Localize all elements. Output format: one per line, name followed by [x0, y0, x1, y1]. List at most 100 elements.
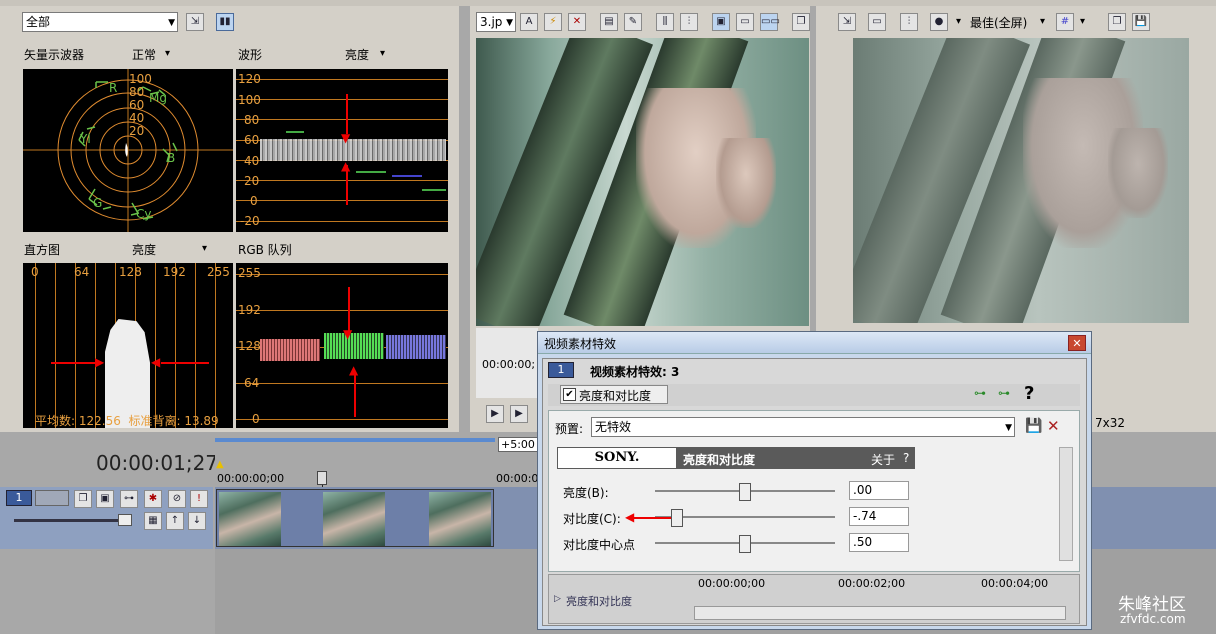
- copy-snapshot-button[interactable]: ▤: [600, 13, 618, 31]
- contrast-center-value-field[interactable]: .50: [849, 533, 909, 552]
- playhead-handle[interactable]: [317, 471, 327, 485]
- chevron-down-icon[interactable]: ▾: [165, 48, 170, 59]
- trimmer-file-value: 3.jp: [480, 15, 503, 29]
- arrow-down-icon[interactable]: ↓: [188, 512, 206, 530]
- copy-snapshot-icon[interactable]: ❐: [1108, 13, 1126, 31]
- clip-thumbnail: [219, 492, 281, 546]
- scope-filter-select[interactable]: 全部 ▼: [22, 12, 178, 32]
- preview-quality-select[interactable]: 最佳(全屏): [970, 14, 1027, 31]
- waveform-trace: [260, 139, 446, 161]
- contrast-value: -.74: [853, 509, 877, 523]
- help-icon[interactable]: ?: [1024, 383, 1034, 404]
- contrast-value-field[interactable]: -.74: [849, 507, 909, 526]
- effect-chain-label: 亮度和对比度: [579, 389, 652, 403]
- histogram-mode[interactable]: 亮度: [132, 241, 156, 258]
- contrast-center-slider-handle[interactable]: [739, 535, 751, 553]
- dual-display-icon[interactable]: ▭▭: [760, 13, 780, 31]
- track-fx-icon[interactable]: ✱: [144, 490, 162, 508]
- solo-icon[interactable]: !: [190, 490, 208, 508]
- monitor-icon[interactable]: ▣: [712, 13, 730, 31]
- effect-enabled-checkbox[interactable]: ✔: [563, 388, 576, 401]
- vector-target-r: R: [109, 81, 118, 95]
- chevron-down-icon[interactable]: ▾: [956, 16, 961, 27]
- track-motion-icon[interactable]: ▣: [96, 490, 114, 508]
- chevron-down-icon[interactable]: ▾: [1080, 16, 1085, 27]
- update-scopes-button[interactable]: ▮▮: [216, 13, 234, 31]
- chevron-down-icon[interactable]: ▾: [202, 243, 207, 254]
- brightness-slider-handle[interactable]: [739, 483, 751, 501]
- keyframe-scrollbar[interactable]: [694, 606, 1066, 620]
- overlay-button[interactable]: ⫶: [680, 13, 698, 31]
- video-fx-dialog[interactable]: 视频素材特效 ✕ 1 视频素材特效: 3 ✔ 亮度和对比度 ⊶ ⊶ ? 预置: …: [537, 331, 1092, 630]
- close-icon[interactable]: ✕: [1068, 335, 1086, 351]
- preset-select[interactable]: 无特效 ▼: [591, 417, 1015, 437]
- dialog-titlebar[interactable]: 视频素材特效 ✕: [538, 332, 1091, 354]
- track-name-field[interactable]: [35, 490, 69, 506]
- waveform-tick: 120: [238, 72, 261, 86]
- loop-length-label: +5:00: [498, 437, 538, 452]
- split-screen-button[interactable]: ⫼: [656, 13, 674, 31]
- effect-chain-item[interactable]: ✔ 亮度和对比度: [560, 385, 668, 404]
- monitor-icon[interactable]: ▭: [868, 13, 886, 31]
- media-fx-button[interactable]: ⚡: [544, 13, 562, 31]
- histogram-x-tick: 64: [74, 265, 90, 279]
- plugin-scrollbar[interactable]: [1059, 447, 1073, 561]
- track-level-slider[interactable]: [14, 519, 132, 522]
- save-snapshot-icon[interactable]: 💾: [1132, 13, 1150, 31]
- contrast-slider-handle[interactable]: [671, 509, 683, 527]
- loop-region-bar[interactable]: [215, 438, 495, 442]
- about-help-icon[interactable]: ?: [903, 451, 909, 465]
- chevron-down-icon: ▼: [1005, 423, 1012, 433]
- red-arrow-up: [354, 371, 356, 417]
- rgb-parade-display: 255 192 128 64 0 ▼ ▲: [236, 263, 448, 428]
- track-level-handle[interactable]: [118, 514, 132, 526]
- ruler-mark: 00:00:00;00: [217, 472, 285, 485]
- preview-properties-button[interactable]: ⇲: [838, 13, 856, 31]
- red-arrow-down: [346, 94, 348, 134]
- copy-icon[interactable]: ❐: [792, 13, 810, 31]
- vectorscope-mode[interactable]: 正常: [132, 46, 156, 63]
- dialog-title: 视频素材特效: [544, 337, 617, 351]
- keyframe-icon[interactable]: ⊶: [120, 490, 138, 508]
- plugin-panel: 预置: 无特效 ▼ 💾 ✕ SONY. 亮度和对比度 关于 ? 亮度(B): .0…: [548, 410, 1080, 572]
- media-properties-button[interactable]: A: [520, 13, 538, 31]
- waveform-tick: 0: [250, 194, 258, 208]
- composite-mode-icon[interactable]: ❐: [74, 490, 92, 508]
- waveform-mode[interactable]: 亮度: [345, 46, 369, 63]
- overlay-circle-icon[interactable]: ●: [930, 13, 948, 31]
- close-icon[interactable]: ✕: [568, 13, 586, 31]
- grid-icon[interactable]: #: [1056, 13, 1074, 31]
- rgb-parade-tick: 255: [238, 266, 261, 280]
- remove-plugin-icon[interactable]: ⊶: [998, 386, 1010, 400]
- chevron-down-icon: ▼: [506, 18, 513, 28]
- keyframe-expand-icon[interactable]: ▷: [554, 594, 561, 604]
- vectorscope-graph: [23, 69, 233, 232]
- save-preset-icon[interactable]: 💾: [1025, 418, 1042, 434]
- rgb-parade-tick: 192: [238, 303, 261, 317]
- chevron-down-icon[interactable]: ▾: [380, 48, 385, 59]
- delete-preset-icon[interactable]: ✕: [1047, 417, 1060, 435]
- dialog-header-title: 视频素材特效: 3: [590, 365, 680, 379]
- play-icon[interactable]: ▶: [486, 405, 504, 423]
- mute-icon[interactable]: ⊘: [168, 490, 186, 508]
- arrow-up-icon[interactable]: ↑: [166, 512, 184, 530]
- histogram-x-tick: 255: [207, 265, 230, 279]
- scope-settings-button[interactable]: ⇲: [186, 13, 204, 31]
- media-icon[interactable]: ▦: [144, 512, 162, 530]
- display-icon[interactable]: ▭: [736, 13, 754, 31]
- chevron-down-icon[interactable]: ▾: [1040, 16, 1045, 27]
- histogram-x-tick: 128: [119, 265, 142, 279]
- waveform-title: 波形: [238, 48, 263, 62]
- about-button[interactable]: 关于: [871, 451, 895, 468]
- split-view-icon[interactable]: ⫶: [900, 13, 918, 31]
- histogram-title: 直方图: [24, 243, 61, 257]
- edit-brush-icon[interactable]: ✎: [624, 13, 642, 31]
- plugin-chain-icon[interactable]: ⊶: [974, 386, 986, 400]
- red-arrow-right: [51, 362, 99, 364]
- waveform-tick: 60: [244, 133, 260, 147]
- keyframe-track-label[interactable]: 亮度和对比度: [566, 593, 632, 609]
- video-clip[interactable]: [216, 489, 494, 547]
- brightness-value-field[interactable]: .00: [849, 481, 909, 500]
- play-from-start-icon[interactable]: ▶: [510, 405, 528, 423]
- trimmer-file-select[interactable]: 3.jp ▼: [476, 12, 516, 32]
